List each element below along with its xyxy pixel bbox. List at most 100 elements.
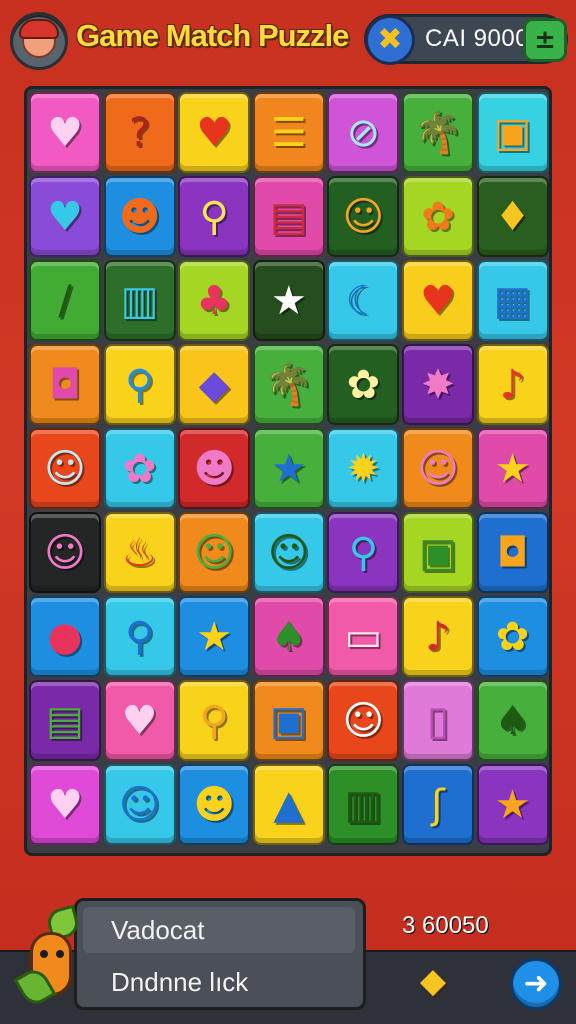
puzzle-tile[interactable]: ▣ — [476, 92, 549, 173]
puzzle-tile[interactable]: ☺ — [29, 512, 101, 593]
puzzle-tile[interactable]: ▦ — [476, 260, 549, 341]
puzzle-tile[interactable]: ▣ — [401, 512, 474, 593]
puzzle-tile[interactable]: ♥ — [29, 764, 101, 845]
top-bar: Game Match Puzzle ✖ CAI 9000 ± — [0, 0, 576, 80]
puzzle-tile[interactable]: ▤ — [29, 680, 101, 761]
puzzle-tile[interactable]: ☰ — [252, 92, 325, 173]
puzzle-tile[interactable]: ◆ — [178, 344, 251, 425]
puzzle-tile[interactable]: ☺ — [29, 428, 101, 509]
puzzle-tile[interactable]: ☺ — [401, 428, 474, 509]
puzzle-tile[interactable]: / — [29, 260, 101, 341]
puzzle-tile[interactable]: ▭ — [327, 596, 400, 677]
puzzle-tile[interactable]: ✿ — [401, 176, 474, 257]
gem-icon[interactable]: ◆ — [414, 962, 452, 1000]
puzzle-tile[interactable]: ♥ — [178, 92, 251, 173]
cat-face-icon: ☺ — [44, 445, 86, 492]
puzzle-tile[interactable]: ♠ — [252, 596, 325, 677]
puzzle-tile[interactable]: ♥ — [29, 92, 101, 173]
currency-value: CAI 9000 — [425, 25, 530, 52]
puzzle-tile[interactable]: ☺ — [252, 512, 325, 593]
bottle-icon: ▲ — [273, 781, 305, 828]
puzzle-tile[interactable]: ♣ — [178, 260, 251, 341]
puzzle-tile[interactable]: ★ — [178, 596, 251, 677]
puzzle-tile[interactable]: ⚲ — [178, 680, 251, 761]
cat-face-icon: ☺ — [342, 697, 385, 744]
carrot-mascot-icon — [13, 902, 94, 1012]
puzzle-tile[interactable]: ◘ — [476, 512, 549, 593]
puzzle-tile[interactable]: 🌴 — [252, 344, 325, 425]
puzzle-tile[interactable]: ♥ — [29, 176, 101, 257]
puzzle-tile[interactable]: ★ — [476, 764, 549, 845]
puzzle-tile[interactable]: ☻ — [103, 176, 176, 257]
leaf-icon: ♠ — [270, 613, 307, 660]
suitcase-icon: ◘ — [496, 529, 529, 576]
arrow-right-icon: ➜ — [523, 966, 549, 1001]
puzzle-tile[interactable]: ▥ — [103, 260, 176, 341]
puzzle-tile[interactable]: ⊘ — [327, 92, 400, 173]
basket-icon: ▥ — [344, 781, 383, 828]
puzzle-tile[interactable]: ◘ — [29, 344, 101, 425]
puzzle-tile[interactable]: ★ — [476, 428, 549, 509]
puzzle-tile[interactable]: ✸ — [401, 344, 474, 425]
frog-face-icon: ☺ — [193, 529, 236, 576]
puzzle-tile[interactable]: ★ — [252, 260, 325, 341]
scroll-icon: ▤ — [269, 193, 308, 240]
spoon-icon: ⚲ — [124, 361, 155, 408]
hook-icon: ʃ — [431, 781, 445, 828]
puzzle-tile[interactable]: ⚲ — [178, 176, 251, 257]
puzzle-tile[interactable]: ☻ — [178, 764, 251, 845]
puzzle-tile[interactable]: ♥ — [103, 680, 176, 761]
puzzle-tile[interactable]: ♥ — [401, 260, 474, 341]
shell-icon: ♣ — [196, 277, 233, 324]
puzzle-tile[interactable]: ☺ — [178, 512, 251, 593]
plus-icon[interactable]: ± — [523, 18, 567, 62]
puzzle-tile[interactable]: ☺ — [327, 680, 400, 761]
puzzle-tile[interactable]: ⚲ — [103, 344, 176, 425]
puzzle-tile[interactable]: ▥ — [327, 764, 400, 845]
pig-face-icon: ☺ — [44, 529, 86, 576]
tray-icon: ▣ — [269, 697, 308, 744]
puzzle-tile[interactable]: ♦ — [476, 176, 549, 257]
puzzle-tile[interactable]: ☻ — [178, 428, 251, 509]
berry-icon: ● — [47, 613, 83, 660]
puzzle-tile[interactable]: ʃ — [401, 764, 474, 845]
puzzle-tile[interactable]: ▯ — [401, 680, 474, 761]
puzzle-tile[interactable]: ♠ — [476, 680, 549, 761]
puzzle-tile[interactable]: ▤ — [252, 176, 325, 257]
puzzle-tile[interactable]: ⚲ — [103, 596, 176, 677]
heart-icon: ♥ — [47, 781, 83, 828]
puzzle-tile[interactable]: ✹ — [327, 428, 400, 509]
puzzle-tile[interactable]: ? — [103, 92, 176, 173]
puzzle-tile[interactable]: ☺ — [103, 764, 176, 845]
palm-tree-icon: 🌴 — [413, 109, 463, 156]
palm-tree-icon: 🌴 — [263, 361, 314, 408]
puzzle-tile[interactable]: ✿ — [103, 428, 176, 509]
bug-face-icon: ☺ — [267, 529, 310, 576]
puzzle-tile[interactable]: ▲ — [252, 764, 325, 845]
heart-icon: ♥ — [121, 697, 158, 744]
puzzle-tile[interactable]: ▣ — [252, 680, 325, 761]
magnifier-icon: ⚲ — [199, 193, 229, 240]
pin-icon: ⚲ — [348, 529, 379, 576]
lollipop-icon: ⚲ — [124, 613, 155, 660]
flower-icon: ✿ — [421, 193, 455, 240]
puzzle-tile[interactable]: ★ — [252, 428, 325, 509]
puzzle-tile[interactable]: ♪ — [401, 596, 474, 677]
next-button[interactable]: ➜ — [510, 958, 562, 1010]
bag-icon: ◘ — [49, 361, 81, 408]
puzzle-tile[interactable]: ♪ — [476, 344, 549, 425]
drop-icon: ♦ — [494, 193, 531, 240]
player-avatar-icon[interactable] — [10, 12, 68, 70]
smiley-icon: ☺ — [118, 781, 161, 828]
coin-cross-icon[interactable]: ✖ — [365, 15, 415, 65]
puzzle-tile[interactable]: ☺ — [327, 176, 400, 257]
puzzle-tile[interactable]: ✿ — [476, 596, 549, 677]
puzzle-tile[interactable]: ☾ — [327, 260, 400, 341]
puzzle-tile[interactable]: ♨ — [103, 512, 176, 593]
cup-icon: ▯ — [426, 697, 449, 744]
puzzle-tile[interactable]: 🌴 — [401, 92, 474, 173]
puzzle-tile[interactable]: ● — [29, 596, 101, 677]
puzzle-tile[interactable]: ✿ — [327, 344, 400, 425]
puzzle-tile[interactable]: ⚲ — [327, 512, 400, 593]
box-icon: ▣ — [419, 529, 457, 576]
